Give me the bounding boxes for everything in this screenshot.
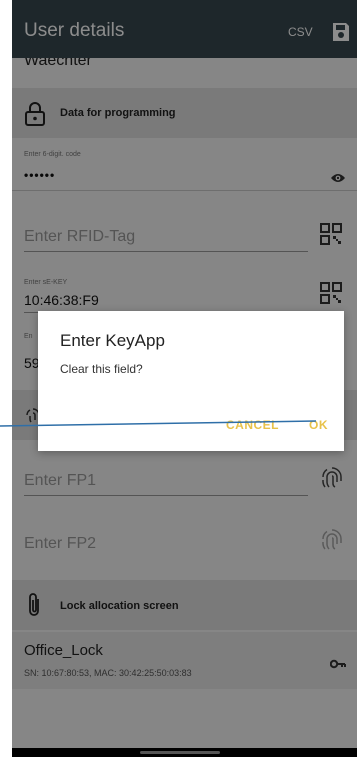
dialog-message: Clear this field? (60, 362, 143, 376)
phone-screen: User details CSV Waechter Data for progr… (12, 0, 357, 757)
left-margin (0, 0, 12, 757)
cancel-button[interactable]: CANCEL (226, 418, 279, 432)
screen: User details CSV Waechter Data for progr… (0, 0, 357, 757)
home-handle[interactable] (140, 751, 220, 754)
clear-field-dialog: Enter KeyApp Clear this field? CANCEL OK (38, 311, 344, 451)
ok-button[interactable]: OK (309, 418, 328, 432)
dialog-title: Enter KeyApp (60, 331, 165, 350)
